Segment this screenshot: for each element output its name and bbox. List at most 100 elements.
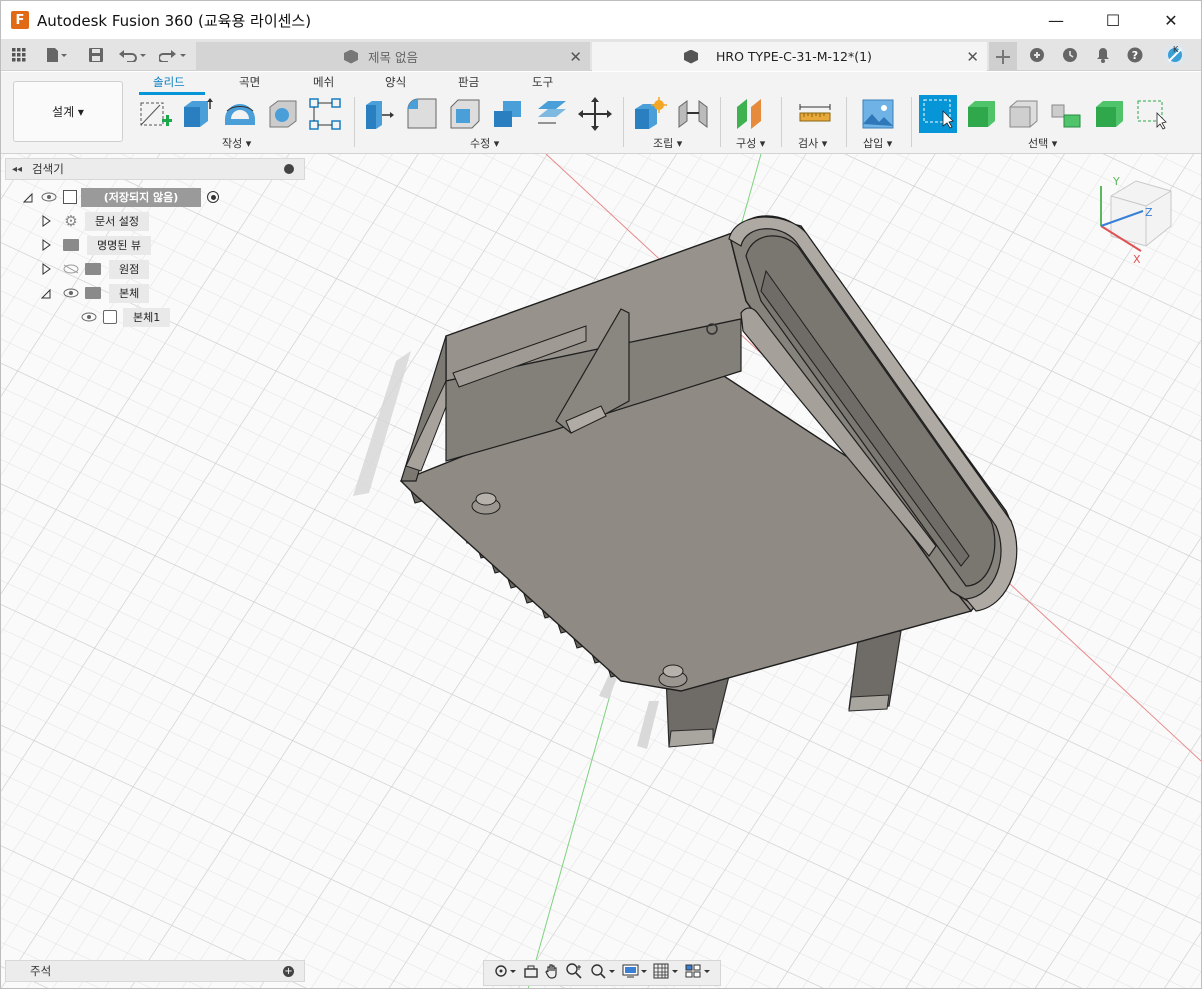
visibility-eye-icon[interactable] xyxy=(81,312,97,322)
notifications-bell-icon[interactable] xyxy=(1093,39,1113,71)
close-button[interactable]: ✕ xyxy=(1142,1,1200,39)
hidden-eye-icon[interactable] xyxy=(63,264,79,274)
body-icon xyxy=(103,310,117,324)
expand-triangle-icon[interactable] xyxy=(41,239,51,251)
group-insert-label[interactable]: 삽입 ▾ xyxy=(863,135,892,151)
browser-item-body1[interactable]: 본체1 xyxy=(81,307,171,327)
file-menu-icon[interactable] xyxy=(39,39,73,71)
chamfer-icon[interactable] xyxy=(448,97,482,131)
display-settings-icon[interactable] xyxy=(622,963,648,983)
browser-item-document-settings[interactable]: ⚙ 문서 설정 xyxy=(41,211,149,231)
root-label: (저장되지 않음) xyxy=(81,187,201,207)
move-icon[interactable] xyxy=(578,97,612,131)
collapse-triangle-icon[interactable] xyxy=(23,191,33,203)
item-label: 원점 xyxy=(109,259,150,279)
minimize-button[interactable]: — xyxy=(1027,1,1085,39)
zoom-icon[interactable] xyxy=(566,963,584,983)
group-inspect-label[interactable]: 검사 ▾ xyxy=(798,135,827,151)
item-label: 문서 설정 xyxy=(85,211,149,231)
group-construct-label[interactable]: 구성 ▾ xyxy=(736,135,765,151)
tab-mesh[interactable]: 메쉬 xyxy=(313,74,334,90)
maximize-button[interactable]: ☐ xyxy=(1084,1,1142,39)
group-select-label[interactable]: 선택 ▾ xyxy=(1028,135,1057,151)
group-create-label[interactable]: 작성 ▾ xyxy=(222,135,251,151)
visibility-eye-icon[interactable] xyxy=(41,192,57,202)
ribbon-toolbar: 설계 ▾ 솔리드 곡면 메쉬 양식 판금 도구 작성 ▾ 수정 ▾ 조립 ▾ 구… xyxy=(1,72,1201,154)
tab-tools[interactable]: 도구 xyxy=(532,74,553,90)
browser-item-bodies[interactable]: 본체 xyxy=(41,283,150,303)
expand-triangle-icon[interactable] xyxy=(41,263,51,275)
extrude-icon[interactable] xyxy=(180,97,214,131)
joint-icon[interactable] xyxy=(676,97,710,131)
viewcube-y-label: Y xyxy=(1112,175,1120,188)
select-body-priority-icon[interactable] xyxy=(965,97,999,131)
fit-zoom-icon[interactable] xyxy=(590,963,616,983)
navigation-bar xyxy=(483,960,721,986)
tab-surface[interactable]: 곡면 xyxy=(239,74,260,90)
browser-collapse-button[interactable] xyxy=(284,164,294,174)
browser-item-named-views[interactable]: 명명된 뷰 xyxy=(41,235,151,255)
tab-hro-type-c[interactable]: HRO TYPE-C-31-M-12*(1) ✕ xyxy=(592,42,987,71)
view-cube[interactable]: Y Z X xyxy=(1091,171,1181,266)
offset-face-icon[interactable] xyxy=(535,97,569,131)
folder-icon xyxy=(85,287,101,299)
item-label: 본체 xyxy=(109,283,150,303)
folder-icon xyxy=(63,239,79,251)
fusion-window: F Autodesk Fusion 360 (교육용 라이센스) — ☐ ✕ 제… xyxy=(0,0,1202,989)
new-tab-plus-icon[interactable] xyxy=(989,42,1017,71)
fillet-icon[interactable] xyxy=(405,97,439,131)
select-component-priority-icon[interactable] xyxy=(1049,97,1083,131)
browser-item-origin[interactable]: 원점 xyxy=(41,259,150,279)
component-cube-icon xyxy=(344,49,358,64)
tab-close-icon[interactable]: ✕ xyxy=(966,48,979,66)
toolbar-separator xyxy=(354,97,355,147)
tab-label: 제목 없음 xyxy=(368,50,418,65)
save-icon[interactable] xyxy=(85,39,107,71)
user-avatar-icon[interactable]: K xyxy=(1161,39,1189,71)
add-comment-icon[interactable]: + xyxy=(283,965,294,977)
insert-canvas-icon[interactable] xyxy=(861,97,895,131)
select-paint-icon[interactable] xyxy=(1135,97,1169,131)
undo-icon[interactable] xyxy=(117,39,149,71)
collapse-triangle-icon[interactable] xyxy=(41,287,51,299)
toolbar-separator xyxy=(623,97,624,147)
help-icon[interactable]: ? xyxy=(1125,39,1145,71)
pan-hand-icon[interactable] xyxy=(544,963,560,983)
redo-icon[interactable] xyxy=(157,39,189,71)
revolve-icon[interactable] xyxy=(223,97,257,131)
select-window-icon[interactable] xyxy=(919,95,957,133)
toolbar-separator xyxy=(720,97,721,147)
tab-close-icon[interactable]: ✕ xyxy=(569,48,582,66)
new-component-icon[interactable] xyxy=(633,97,667,131)
extensions-icon[interactable] xyxy=(1027,39,1047,71)
group-modify-label[interactable]: 수정 ▾ xyxy=(470,135,499,151)
pattern-icon[interactable] xyxy=(308,97,342,131)
workspace-switcher[interactable]: 설계 ▾ xyxy=(13,81,123,142)
offset-plane-icon[interactable] xyxy=(733,97,767,131)
tab-form[interactable]: 양식 xyxy=(385,74,406,90)
group-assemble-label[interactable]: 조립 ▾ xyxy=(653,135,682,151)
orbit-icon[interactable] xyxy=(493,963,517,983)
press-pull-icon[interactable] xyxy=(362,97,396,131)
create-sketch-icon[interactable] xyxy=(138,97,172,131)
grid-settings-icon[interactable] xyxy=(653,963,679,983)
collapse-panel-icon[interactable]: ◂◂ xyxy=(12,164,22,175)
select-through-icon[interactable] xyxy=(1093,97,1127,131)
browser-root-node[interactable]: (저장되지 않음) xyxy=(23,187,219,207)
expand-triangle-icon[interactable] xyxy=(41,215,51,227)
viewports-icon[interactable] xyxy=(685,963,711,983)
combine-icon[interactable] xyxy=(491,97,525,131)
browser-title: 검색기 xyxy=(32,162,64,176)
look-at-icon[interactable] xyxy=(523,963,539,983)
data-panel-grid-icon[interactable] xyxy=(5,39,33,71)
tab-sheet-metal[interactable]: 판금 xyxy=(458,74,479,90)
gear-icon: ⚙ xyxy=(64,212,78,230)
tab-solid[interactable]: 솔리드 xyxy=(153,74,185,90)
visibility-eye-icon[interactable] xyxy=(63,288,79,298)
select-face-priority-icon[interactable] xyxy=(1007,97,1041,131)
shell-icon[interactable] xyxy=(266,97,300,131)
tab-untitled[interactable]: 제목 없음 ✕ xyxy=(196,42,590,71)
measure-icon[interactable] xyxy=(798,97,832,131)
activate-radio-icon[interactable] xyxy=(207,191,219,203)
job-status-clock-icon[interactable] xyxy=(1060,39,1080,71)
